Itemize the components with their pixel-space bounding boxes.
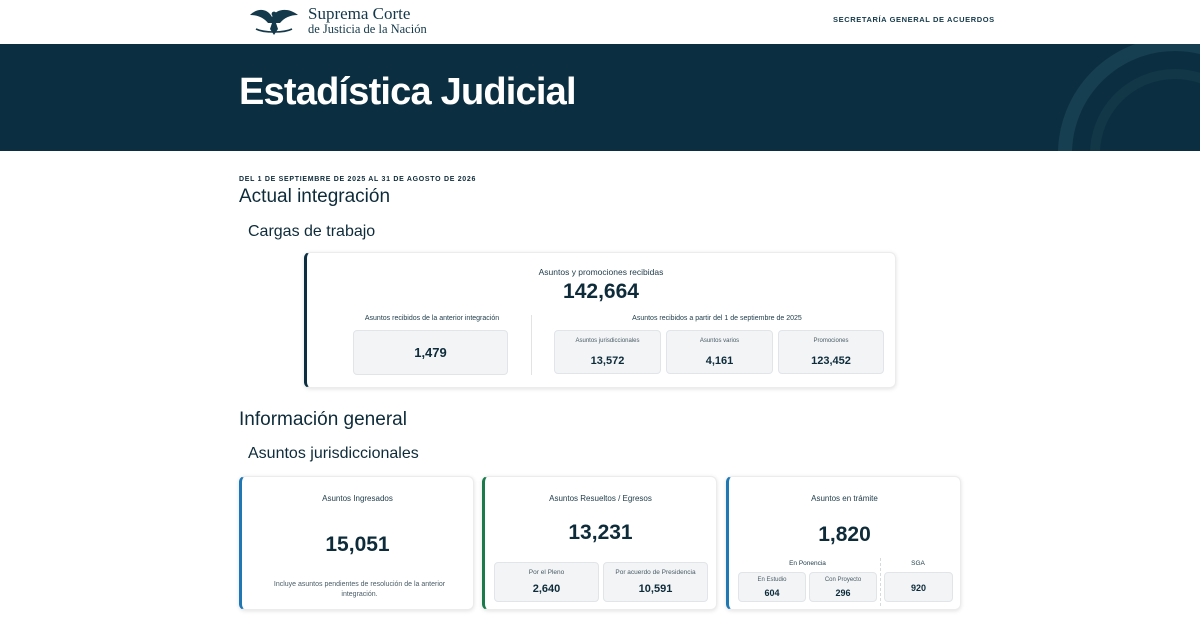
- pleno-box: Por el Pleno 2,640: [494, 562, 599, 602]
- scjn-logo-link[interactable]: Suprema Corte de Justicia de la Nación: [246, 3, 427, 37]
- proyecto-label: Con Proyecto: [824, 577, 862, 583]
- top-bar: Suprema Corte de Justicia de la Nación S…: [0, 0, 1200, 44]
- page-title: Estadística Judicial: [239, 71, 577, 113]
- ingresados-note: Incluye asuntos pendientes de resolución…: [273, 581, 446, 598]
- previous-box: 1,479: [353, 330, 508, 375]
- resueltos-card: Asuntos Resueltos / Egresos 13,231 Por e…: [482, 476, 717, 610]
- previous-label: Asuntos recibidos de la anterior integra…: [364, 315, 500, 322]
- since-label: Asuntos recibidos a partir del 1 de sept…: [632, 315, 802, 322]
- promociones-label: Promociones: [813, 338, 849, 344]
- promociones-value: 123,452: [811, 355, 851, 367]
- workload-total: 142,664: [563, 280, 639, 303]
- ingresados-value: 15,051: [325, 533, 390, 556]
- jurisdiccionales-value: 13,572: [590, 355, 625, 367]
- varios-label: Asuntos varios: [699, 338, 740, 344]
- tramite-separator: [880, 558, 881, 606]
- promociones-box: Promociones 123,452: [778, 330, 884, 374]
- pleno-value: 2,640: [532, 583, 561, 595]
- tramite-value: 1,820: [818, 523, 871, 546]
- presidencia-label: Por acuerdo de Presidencia: [615, 569, 696, 576]
- estudio-box: En Estudio 604: [738, 572, 806, 602]
- logo-line2: de Justicia de la Nación: [308, 21, 427, 36]
- tramite-card: Asuntos en trámite 1,820 En Ponencia SGA…: [726, 476, 961, 610]
- proyecto-box: Con Proyecto 296: [809, 572, 877, 602]
- pleno-label: Por el Pleno: [528, 569, 565, 576]
- sga-box: 920: [884, 572, 953, 602]
- ponencia-label: En Ponencia: [789, 560, 826, 567]
- logo-line1: Suprema Corte: [308, 3, 411, 23]
- subsection-title-cargas: Cargas de trabajo: [248, 223, 376, 240]
- secretaria-general-link[interactable]: SECRETARÍA GENERAL DE ACUERDOS: [833, 15, 995, 24]
- tramite-title: Asuntos en trámite: [811, 494, 878, 503]
- sga-label: SGA: [911, 560, 925, 567]
- section-title-informacion: Información general: [239, 409, 407, 430]
- hero-banner: Estadística Judicial: [0, 44, 1200, 151]
- estudio-value: 604: [764, 588, 780, 598]
- resueltos-title: Asuntos Resueltos / Egresos: [549, 494, 652, 503]
- eagle-emblem-icon: [250, 9, 298, 35]
- varios-box: Asuntos varios 4,161: [666, 330, 773, 374]
- jurisdiccionales-box: Asuntos jurisdiccionales 13,572: [554, 330, 661, 374]
- sga-value: 920: [910, 583, 927, 593]
- proyecto-value: 296: [835, 588, 851, 598]
- ingresados-card: Asuntos Ingresados 15,051 Incluye asunto…: [239, 476, 474, 610]
- section-title-actual: Actual integración: [239, 186, 391, 207]
- resueltos-value: 13,231: [568, 521, 633, 544]
- subsection-title-jurisdiccionales: Asuntos jurisdiccionales: [248, 445, 419, 462]
- workload-title: Asuntos y promociones recibidas: [538, 267, 664, 277]
- varios-value: 4,161: [705, 355, 734, 367]
- jurisdiccionales-label: Asuntos jurisdiccionales: [575, 338, 640, 344]
- decorative-arcs-icon: [1058, 44, 1200, 151]
- ingresados-title: Asuntos Ingresados: [322, 494, 393, 503]
- workload-divider: [531, 315, 532, 375]
- previous-value: 1,479: [414, 345, 447, 360]
- presidencia-value: 10,591: [638, 583, 673, 595]
- presidencia-box: Por acuerdo de Presidencia 10,591: [603, 562, 708, 602]
- period-range: DEL 1 DE SEPTIEMBRE DE 2025 AL 31 DE AGO…: [239, 176, 477, 183]
- workload-card: Asuntos y promociones recibidas 142,664 …: [304, 252, 896, 388]
- estudio-label: En Estudio: [757, 577, 787, 583]
